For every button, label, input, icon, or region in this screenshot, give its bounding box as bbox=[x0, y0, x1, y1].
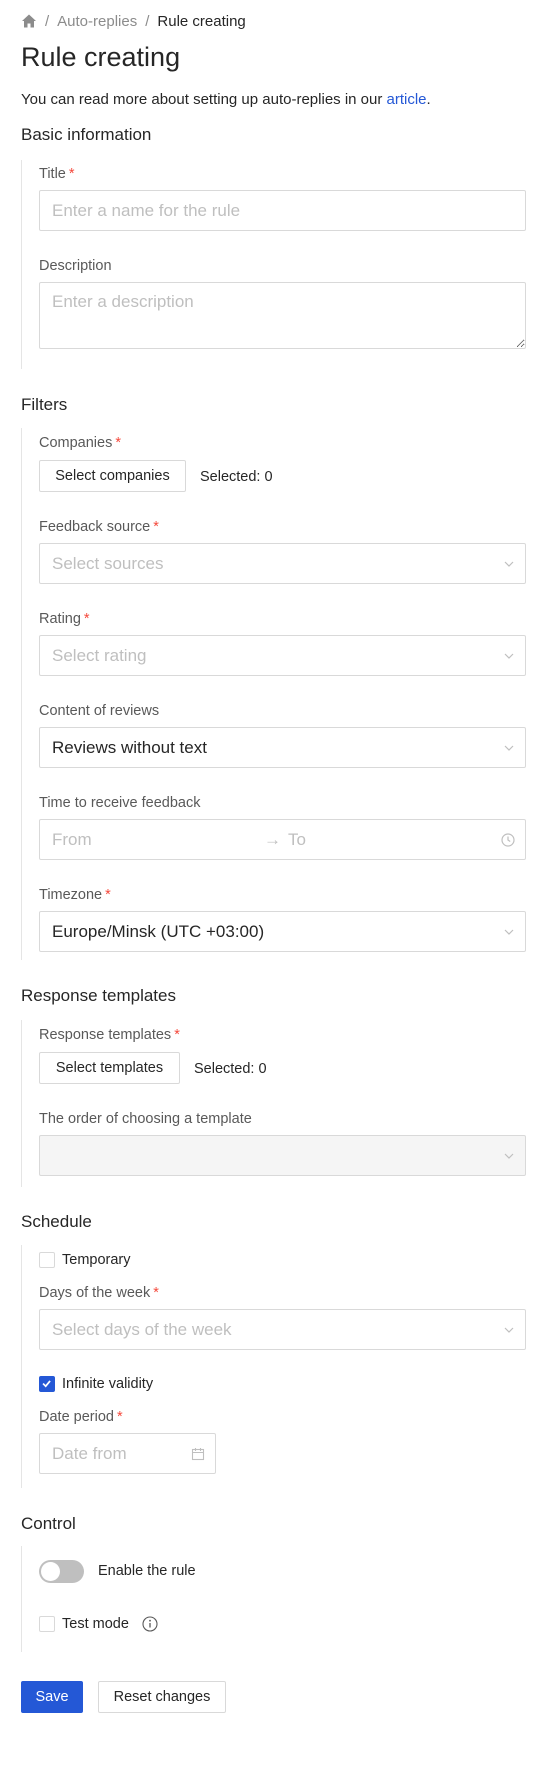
test-mode-label[interactable]: Test mode bbox=[62, 1615, 129, 1633]
description-label: Description bbox=[39, 258, 112, 274]
chevron-down-icon bbox=[504, 653, 514, 659]
content-of-reviews-label: Content of reviews bbox=[39, 703, 160, 719]
home-icon[interactable] bbox=[21, 13, 37, 29]
templates-label: Response templates * bbox=[39, 1026, 180, 1044]
timezone-label-text: Timezone bbox=[39, 887, 103, 903]
rating-placeholder: Select rating bbox=[52, 645, 147, 665]
article-link[interactable]: article bbox=[387, 91, 427, 108]
rating-label-text: Rating bbox=[39, 611, 81, 627]
test-mode-checkbox[interactable] bbox=[39, 1616, 55, 1632]
section-templates: Response templates * Select templates Sel… bbox=[21, 1020, 530, 1187]
feedback-source-label: Feedback source * bbox=[39, 518, 159, 536]
companies-selected-count: Selected: 0 bbox=[200, 469, 273, 485]
chevron-down-icon bbox=[504, 745, 514, 751]
info-icon[interactable] bbox=[142, 1616, 158, 1632]
time-from-placeholder[interactable]: From bbox=[52, 830, 92, 850]
template-order-select[interactable] bbox=[39, 1135, 526, 1176]
section-title-control: Control bbox=[21, 1514, 76, 1533]
time-to-placeholder[interactable]: To bbox=[288, 830, 306, 850]
section-basic: Title* Description bbox=[21, 160, 530, 369]
intro-prefix: You can read more about setting up auto-… bbox=[21, 91, 387, 108]
chevron-down-icon bbox=[504, 561, 514, 567]
feedback-source-placeholder: Select sources bbox=[52, 553, 164, 573]
rating-select[interactable]: Select rating bbox=[39, 635, 526, 676]
required-marker: * bbox=[68, 166, 75, 182]
title-label-text: Title bbox=[39, 166, 66, 182]
page-title: Rule creating bbox=[21, 42, 181, 72]
chevron-down-icon bbox=[504, 1327, 514, 1333]
rating-label: Rating * bbox=[39, 610, 90, 628]
description-input[interactable] bbox=[39, 282, 526, 349]
days-of-week-label: Days of the week * bbox=[39, 1284, 159, 1302]
save-button[interactable]: Save bbox=[21, 1681, 83, 1713]
title-input[interactable] bbox=[39, 190, 526, 231]
temporary-checkbox[interactable] bbox=[39, 1252, 55, 1268]
arrow-right-icon: → bbox=[264, 830, 281, 849]
temporary-label[interactable]: Temporary bbox=[62, 1251, 131, 1269]
required-marker: * bbox=[105, 887, 111, 903]
time-to-receive-label: Time to receive feedback bbox=[39, 795, 201, 811]
calendar-icon bbox=[191, 1448, 205, 1461]
check-icon bbox=[42, 1380, 51, 1388]
infinite-validity-label[interactable]: Infinite validity bbox=[62, 1375, 153, 1393]
templates-label-text: Response templates bbox=[39, 1027, 172, 1043]
content-of-reviews-select[interactable]: Reviews without text bbox=[39, 727, 526, 768]
date-from-placeholder: Date from bbox=[52, 1444, 127, 1463]
breadcrumb-separator: / bbox=[145, 12, 150, 30]
templates-selected-count: Selected: 0 bbox=[194, 1061, 267, 1077]
timezone-select[interactable]: Europe/Minsk (UTC +03:00) bbox=[39, 911, 526, 952]
select-templates-button[interactable]: Select templates bbox=[39, 1052, 180, 1084]
section-title-templates: Response templates bbox=[21, 986, 176, 1005]
content-of-reviews-value: Reviews without text bbox=[52, 737, 207, 757]
select-companies-button[interactable]: Select companies bbox=[39, 460, 186, 492]
required-marker: * bbox=[83, 611, 90, 627]
infinite-validity-checkbox[interactable] bbox=[39, 1376, 55, 1392]
breadcrumb-item-current: Rule creating bbox=[157, 12, 246, 30]
required-marker: * bbox=[174, 1027, 180, 1043]
feedback-source-select[interactable]: Select sources bbox=[39, 543, 526, 584]
required-marker: * bbox=[115, 435, 121, 451]
required-marker: * bbox=[153, 1285, 159, 1301]
days-of-week-label-text: Days of the week bbox=[39, 1285, 151, 1301]
timezone-value: Europe/Minsk (UTC +03:00) bbox=[52, 921, 265, 941]
section-title-basic: Basic information bbox=[21, 125, 152, 144]
section-title-schedule: Schedule bbox=[21, 1212, 92, 1231]
date-from-picker[interactable]: Date from bbox=[39, 1433, 216, 1474]
intro-suffix: . bbox=[426, 91, 431, 108]
reset-changes-button[interactable]: Reset changes bbox=[98, 1681, 226, 1713]
chevron-down-icon bbox=[504, 929, 514, 935]
section-control: Enable the rule Test mode bbox=[21, 1546, 530, 1652]
time-range-picker[interactable]: From → To bbox=[39, 819, 526, 860]
chevron-down-icon bbox=[504, 1153, 514, 1159]
breadcrumb: / Auto-replies / Rule creating bbox=[21, 11, 246, 31]
date-period-label: Date period * bbox=[39, 1408, 123, 1426]
template-order-label: The order of choosing a template bbox=[39, 1111, 252, 1127]
section-title-filters: Filters bbox=[21, 395, 68, 414]
days-of-week-select[interactable]: Select days of the week bbox=[39, 1309, 526, 1350]
feedback-source-label-text: Feedback source bbox=[39, 519, 151, 535]
section-schedule: Temporary Days of the week * Select days … bbox=[21, 1245, 530, 1488]
breadcrumb-item-auto-replies[interactable]: Auto-replies bbox=[57, 13, 137, 30]
companies-label: Companies * bbox=[39, 434, 121, 452]
date-period-label-text: Date period bbox=[39, 1409, 114, 1425]
enable-rule-label: Enable the rule bbox=[98, 1563, 196, 1579]
timezone-label: Timezone * bbox=[39, 886, 111, 904]
toggle-knob bbox=[41, 1562, 60, 1581]
title-label: Title * bbox=[39, 165, 75, 183]
intro-text: You can read more about setting up auto-… bbox=[21, 90, 431, 110]
clock-icon bbox=[501, 833, 515, 847]
required-marker: * bbox=[153, 519, 159, 535]
companies-label-text: Companies bbox=[39, 435, 113, 451]
enable-rule-toggle[interactable] bbox=[39, 1560, 84, 1583]
breadcrumb-separator: / bbox=[45, 12, 50, 30]
section-filters: Companies * Select companies Selected: 0 … bbox=[21, 428, 530, 960]
required-marker: * bbox=[116, 1409, 123, 1425]
days-of-week-placeholder: Select days of the week bbox=[52, 1319, 232, 1339]
